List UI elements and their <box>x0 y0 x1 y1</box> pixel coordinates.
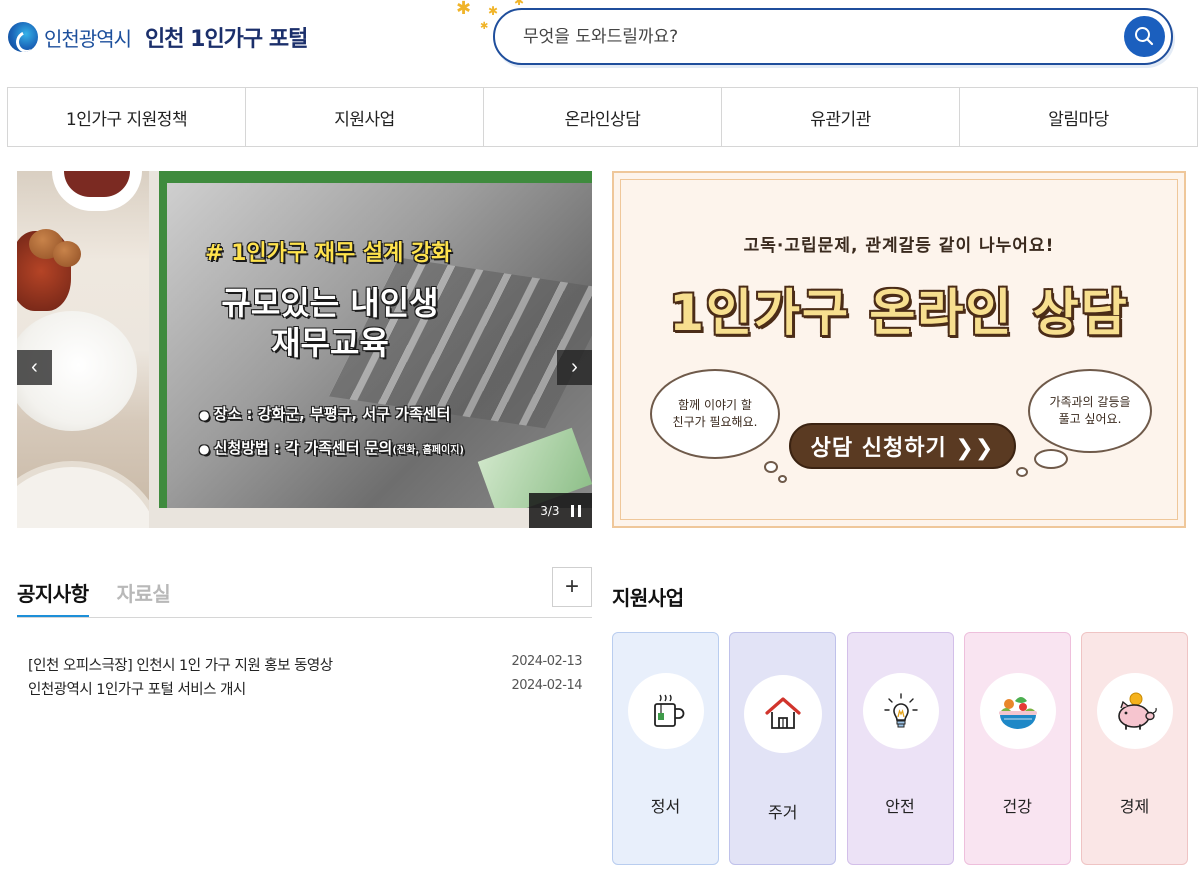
city-name: 인천광역시 <box>44 26 132 51</box>
tab-notices[interactable]: 공지사항 <box>17 578 89 618</box>
slide-bullet: 장소 : 강화군, 부평구, 서구 가족센터 <box>199 403 451 424</box>
support-card-economy[interactable]: 경제 <box>1081 632 1188 865</box>
nav-item-agencies[interactable]: 유관기관 <box>721 88 959 146</box>
counsel-title: 1인가구 온라인 상담 <box>669 284 1129 342</box>
portal-name: 인천 1인가구 포털 <box>145 27 308 52</box>
speech-cloud-left: 함께 이야기 할 친구가 필요해요. <box>650 369 780 459</box>
cloud-text: 함께 이야기 할 <box>678 398 752 412</box>
house-icon <box>765 697 801 729</box>
counsel-apply-button[interactable]: 상담 신청하기 ❯❯ <box>789 423 1016 469</box>
cloud-text: 가족과의 갈등을 <box>1049 395 1131 409</box>
tea-cup-icon <box>654 694 685 727</box>
search-input[interactable] <box>523 24 1083 50</box>
support-card-safety[interactable]: 안전 <box>846 632 954 865</box>
slide-counter-text: 3/3 <box>540 503 560 518</box>
notice-date: 2024-02-14 <box>511 678 582 693</box>
salad-bowl-icon <box>998 697 1037 729</box>
slide-title: 규모있는 내인생 재무교육 <box>215 283 445 363</box>
lightbulb-icon <box>883 693 918 728</box>
site-header: 인천광역시 인천 1인가구 포털 ✱ ✱ ✱ ✱ <box>0 0 1198 88</box>
slide-bullet: 신청방법 : 각 가족센터 문의(전화, 홈페이지) <box>199 437 464 458</box>
card-label: 안전 <box>885 797 915 816</box>
slide-title-line: 규모있는 내인생 <box>221 284 439 322</box>
notice-title[interactable]: 인천광역시 1인가구 포털 서비스 개시 <box>28 678 246 702</box>
site-logo[interactable]: 인천광역시 인천 1인가구 포털 <box>8 20 308 54</box>
search-button[interactable] <box>1124 16 1165 57</box>
tab-archive[interactable]: 자료실 <box>117 578 171 618</box>
banner-slider: # 1인가구 재무 설계 강화 규모있는 내인생 재무교육 장소 : 강화군, … <box>17 171 592 528</box>
slider-next-button[interactable]: › <box>557 350 592 385</box>
slide-tag: # 1인가구 재무 설계 강화 <box>205 241 452 266</box>
search-icon <box>1135 27 1154 46</box>
speech-cloud-right: 가족과의 갈등을 풀고 싶어요. <box>1028 369 1152 453</box>
cloud-text: 풀고 싶어요. <box>1058 412 1122 426</box>
support-card-housing[interactable]: 주거 <box>729 632 837 865</box>
slide-finance-education[interactable]: # 1인가구 재무 설계 강화 규모있는 내인생 재무교육 장소 : 강화군, … <box>159 171 592 508</box>
notice-tabs: 공지사항 자료실 <box>17 578 198 618</box>
slide-bullet-note: (전화, 홈페이지) <box>392 445 464 456</box>
notice-date: 2024-02-13 <box>511 654 582 669</box>
cloud-text: 친구가 필요해요. <box>672 415 758 429</box>
chevron-left-icon: ‹ <box>31 356 38 378</box>
online-counsel-banner[interactable]: 고독·고립문제, 관계갈등 같이 나누어요! 1인가구 온라인 상담 함께 이야… <box>612 171 1186 528</box>
slide-title-line: 재무교육 <box>271 324 389 362</box>
card-label: 주거 <box>768 803 798 822</box>
slider-prev-button[interactable]: ‹ <box>17 350 52 385</box>
slider-counter: 3/3 <box>529 493 592 528</box>
notice-more-button[interactable]: + <box>552 567 592 607</box>
card-label: 정서 <box>650 797 681 816</box>
nav-item-policy[interactable]: 1인가구 지원정책 <box>7 88 245 146</box>
nav-item-counsel[interactable]: 온라인상담 <box>483 88 721 146</box>
support-section-title: 지원사업 <box>612 586 684 610</box>
slide-bullet-text: 신청방법 : 각 가족센터 문의 <box>213 439 393 457</box>
pause-icon[interactable] <box>570 504 581 517</box>
support-card-health[interactable]: 건강 <box>963 632 1071 865</box>
notice-list: [인천 오피스극장] 인천시 1인 가구 지원 홍보 동영상 2024-02-1… <box>28 654 582 702</box>
notice-title[interactable]: [인천 오피스극장] 인천시 1인 가구 지원 홍보 동영상 <box>28 654 333 678</box>
plus-icon: + <box>564 573 579 600</box>
list-item[interactable]: [인천 오피스극장] 인천시 1인 가구 지원 홍보 동영상 2024-02-1… <box>28 654 582 678</box>
nav-item-notices[interactable]: 알림마당 <box>959 88 1198 146</box>
piggy-bank-icon <box>1118 692 1157 730</box>
search-box <box>493 8 1173 65</box>
nav-item-support[interactable]: 지원사업 <box>245 88 483 146</box>
counsel-subtitle: 고독·고립문제, 관계갈등 같이 나누어요! <box>743 236 1055 256</box>
card-label: 경제 <box>1119 797 1150 816</box>
list-item[interactable]: 인천광역시 1인가구 포털 서비스 개시 2024-02-14 <box>28 678 582 702</box>
card-label: 건강 <box>1002 797 1032 816</box>
support-cards: 정서 주거 안전 건강 경제 <box>612 632 1188 865</box>
chevron-right-icon: › <box>571 356 578 378</box>
support-card-emotion[interactable]: 정서 <box>612 632 719 865</box>
main-nav: 1인가구 지원정책 지원사업 온라인상담 유관기관 알림마당 <box>7 87 1198 147</box>
incheon-emblem-icon <box>8 22 38 52</box>
